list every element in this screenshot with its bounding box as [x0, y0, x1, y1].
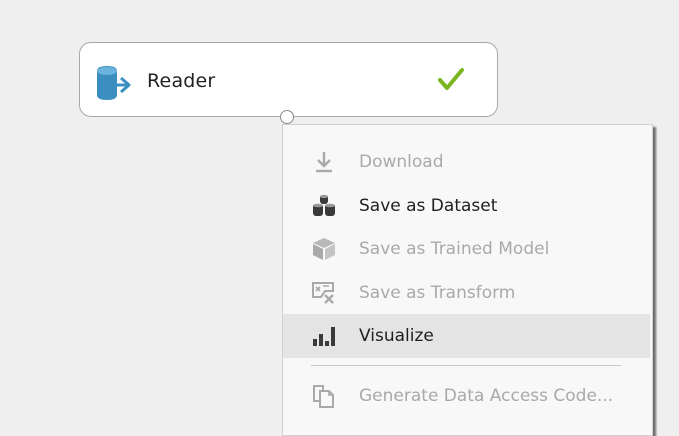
checkmark-icon: [438, 68, 464, 90]
output-port[interactable]: [280, 110, 294, 124]
database-export-icon: [97, 66, 131, 100]
code-document-icon: [313, 385, 334, 408]
menu-item-download[interactable]: Download: [283, 140, 650, 184]
menu-item-visualize[interactable]: Visualize: [283, 314, 650, 358]
menu-item-label: Visualize: [359, 326, 434, 346]
menu-item-label: Save as Dataset: [359, 196, 498, 216]
download-icon: [316, 152, 332, 173]
dataset-icon: [313, 194, 335, 216]
menu-item-save-as-trained-model[interactable]: Save as Trained Model: [283, 227, 650, 271]
menu-item-label: Save as Transform: [359, 283, 516, 303]
menu-separator: [311, 365, 621, 366]
menu-item-generate-data-access-code[interactable]: Generate Data Access Code...: [283, 374, 650, 418]
context-menu: Download Save as Dataset Save as Trained…: [282, 124, 653, 436]
cube-icon: [313, 238, 335, 260]
bar-chart-icon: [313, 327, 335, 346]
menu-item-label: Download: [359, 152, 444, 172]
module-title: Reader: [147, 70, 216, 92]
menu-item-save-as-dataset[interactable]: Save as Dataset: [283, 184, 650, 228]
menu-item-save-as-transform[interactable]: Save as Transform: [283, 271, 650, 315]
transform-icon: [312, 282, 334, 304]
menu-item-label: Generate Data Access Code...: [359, 386, 614, 406]
menu-item-label: Save as Trained Model: [359, 239, 550, 259]
reader-module[interactable]: Reader: [79, 42, 498, 117]
